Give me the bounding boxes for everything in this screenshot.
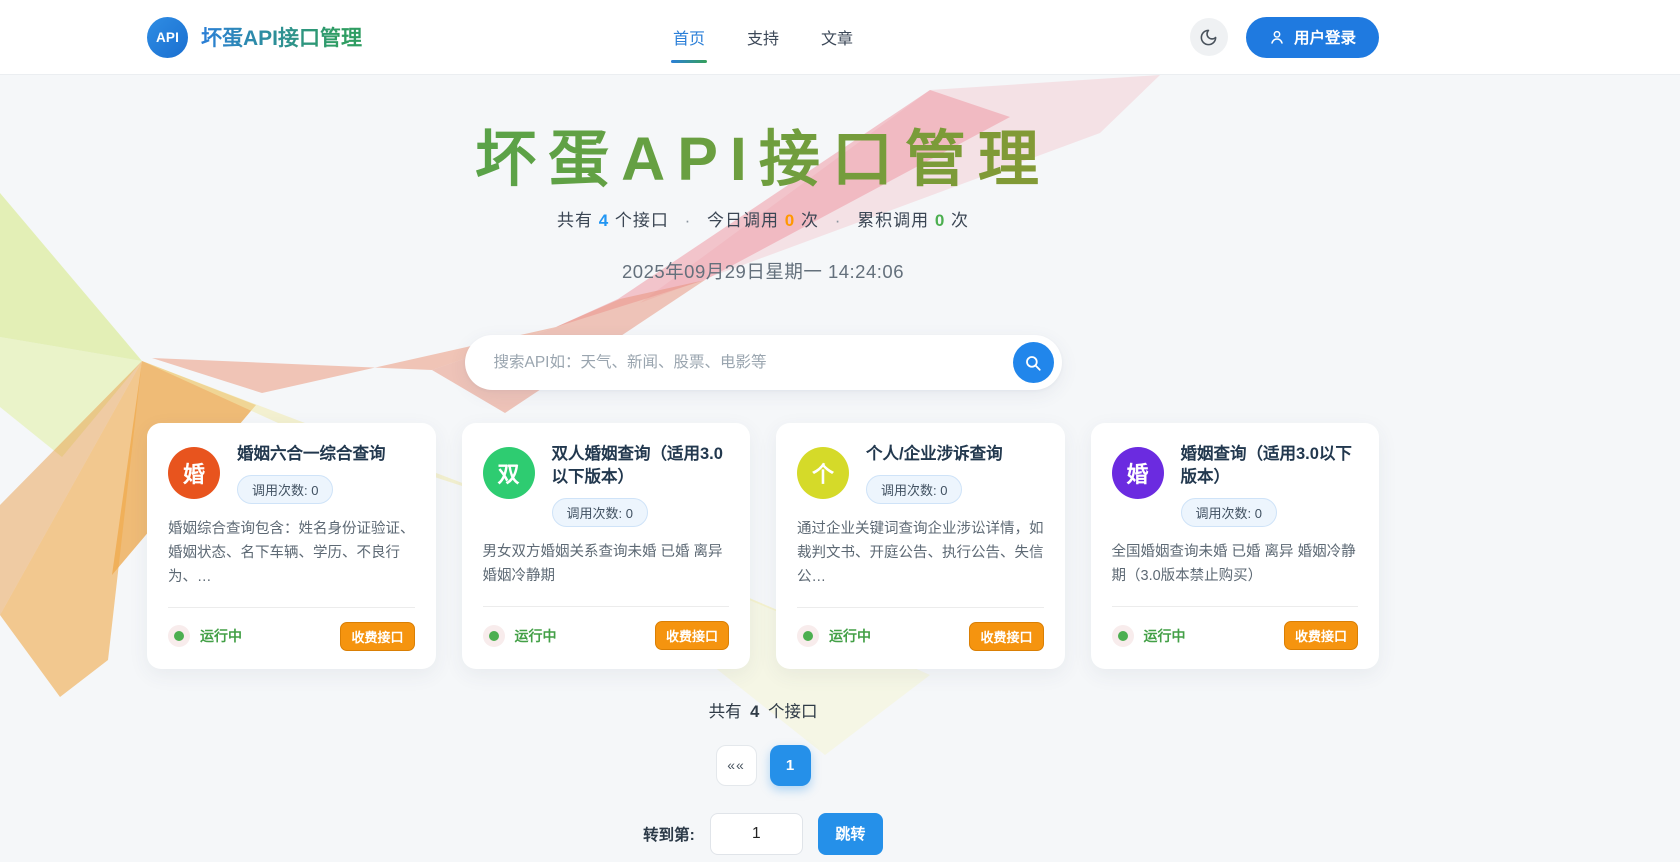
- api-avatar: 婚: [1112, 447, 1164, 499]
- api-card[interactable]: 个 个人/企业涉诉查询 调用次数: 0 通过企业关键词查询企业涉讼详情，如裁判文…: [776, 423, 1065, 669]
- logo-icon: API: [147, 17, 188, 58]
- status-dot: [803, 631, 813, 641]
- jump-page-input[interactable]: [710, 813, 803, 855]
- api-description: 男女双方婚姻关系查询未婚 已婚 离异 婚姻冷静期: [483, 541, 730, 589]
- status-dot: [174, 631, 184, 641]
- api-avatar: 个: [797, 447, 849, 499]
- cumulative-call-count: 0: [935, 211, 945, 230]
- search-icon: [1024, 354, 1042, 372]
- status-indicator: 运行中: [483, 625, 557, 647]
- status-indicator: 运行中: [1112, 625, 1186, 647]
- status-dot-halo: [168, 625, 190, 647]
- dark-mode-toggle[interactable]: [1190, 18, 1228, 56]
- status-label: 运行中: [1144, 626, 1186, 646]
- brand-title: 坏蛋API接口管理: [201, 22, 362, 52]
- nav-item-support[interactable]: 支持: [745, 19, 781, 55]
- search-bar: [465, 335, 1062, 390]
- search-input[interactable]: [465, 335, 1062, 390]
- status-dot: [489, 631, 499, 641]
- card-divider: [483, 606, 730, 607]
- status-label: 运行中: [829, 626, 871, 646]
- datetime-display: 2025年09月29日星期一 14:24:06: [147, 258, 1379, 284]
- total-count-number: 4: [750, 703, 759, 721]
- today-call-count: 0: [785, 211, 795, 230]
- status-indicator: 运行中: [168, 625, 242, 647]
- page-button-1[interactable]: 1: [770, 745, 811, 786]
- api-card-grid: 婚 婚姻六合一综合查询 调用次数: 0 婚姻综合查询包含：姓名身份证验证、婚姻状…: [147, 423, 1379, 669]
- status-indicator: 运行中: [797, 625, 871, 647]
- call-count-badge: 调用次数: 0: [866, 475, 962, 504]
- api-card[interactable]: 婚 婚姻查询（适用3.0以下版本） 调用次数: 0 全国婚姻查询未婚 已婚 离异…: [1091, 423, 1380, 669]
- status-label: 运行中: [515, 626, 557, 646]
- top-navbar: API 坏蛋API接口管理 首页 支持 文章 用户登录: [0, 0, 1680, 75]
- nav-item-articles[interactable]: 文章: [819, 19, 855, 55]
- total-count-text: 共有 4 个接口: [147, 698, 1379, 722]
- paid-api-badge: 收费接口: [340, 622, 414, 651]
- login-label: 用户登录: [1294, 26, 1356, 48]
- api-description: 全国婚姻查询未婚 已婚 离异 婚姻冷静期（3.0版本禁止购买）: [1112, 541, 1359, 589]
- api-card[interactable]: 双 双人婚姻查询（适用3.0以下版本） 调用次数: 0 男女双方婚姻关系查询未婚…: [462, 423, 751, 669]
- status-dot-halo: [797, 625, 819, 647]
- paid-api-badge: 收费接口: [655, 621, 729, 650]
- status-dot-halo: [1112, 625, 1134, 647]
- brand-link[interactable]: API 坏蛋API接口管理: [147, 17, 362, 58]
- call-count-badge: 调用次数: 0: [237, 475, 333, 504]
- status-dot-halo: [483, 625, 505, 647]
- call-count-badge: 调用次数: 0: [1181, 498, 1277, 527]
- api-title: 个人/企业涉诉查询: [866, 443, 1003, 466]
- api-avatar: 双: [483, 447, 535, 499]
- paid-api-badge: 收费接口: [969, 622, 1043, 651]
- page-jump-row: 转到第: 跳转: [147, 813, 1379, 855]
- api-count: 4: [599, 211, 609, 230]
- card-divider: [1112, 606, 1359, 607]
- moon-icon: [1199, 28, 1218, 47]
- jump-label: 转到第:: [643, 823, 695, 845]
- status-label: 运行中: [200, 626, 242, 646]
- user-icon: [1269, 29, 1285, 45]
- paid-api-badge: 收费接口: [1284, 621, 1358, 650]
- hero-stats: 共有 4 个接口 · 今日调用 0 次 · 累积调用 0 次: [147, 206, 1379, 231]
- api-card[interactable]: 婚 婚姻六合一综合查询 调用次数: 0 婚姻综合查询包含：姓名身份证验证、婚姻状…: [147, 423, 436, 669]
- card-divider: [168, 607, 415, 608]
- api-description: 婚姻综合查询包含：姓名身份证验证、婚姻状态、名下车辆、学历、不良行为、…: [168, 518, 415, 590]
- api-title: 双人婚姻查询（适用3.0以下版本）: [552, 443, 730, 489]
- api-description: 通过企业关键词查询企业涉讼详情，如裁判文书、开庭公告、执行公告、失信公…: [797, 518, 1044, 590]
- status-dot: [1118, 631, 1128, 641]
- jump-button[interactable]: 跳转: [818, 813, 883, 855]
- page-title: 坏蛋API接口管理: [147, 127, 1379, 191]
- first-page-button[interactable]: ««: [716, 745, 757, 786]
- call-count-badge: 调用次数: 0: [552, 498, 648, 527]
- card-divider: [797, 607, 1044, 608]
- login-button[interactable]: 用户登录: [1246, 17, 1379, 58]
- main-area: 坏蛋API接口管理 共有 4 个接口 · 今日调用 0 次 · 累积调用 0 次…: [0, 75, 1680, 862]
- api-title: 婚姻六合一综合查询: [237, 443, 386, 466]
- api-avatar: 婚: [168, 447, 220, 499]
- search-button[interactable]: [1013, 342, 1054, 383]
- main-nav: 首页 支持 文章: [671, 19, 855, 55]
- nav-item-home[interactable]: 首页: [671, 19, 707, 55]
- api-title: 婚姻查询（适用3.0以下版本）: [1181, 443, 1359, 489]
- pagination: «« 1: [147, 745, 1379, 786]
